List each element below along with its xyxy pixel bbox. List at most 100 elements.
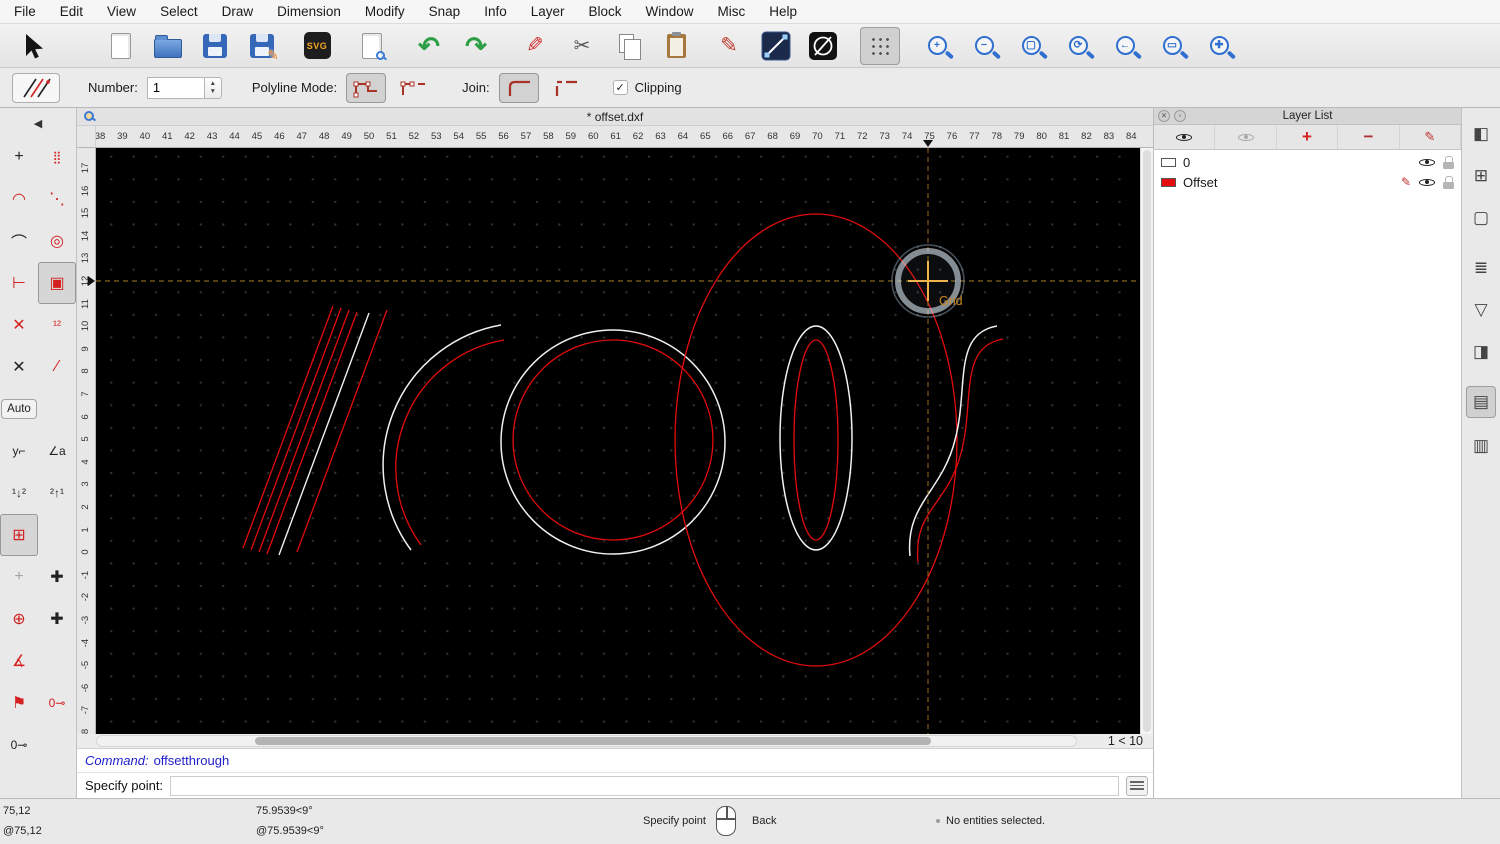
snap-orthogonal[interactable]: ✚ [38,556,76,598]
snap-free[interactable]: + [0,136,38,178]
menu-select[interactable]: Select [160,4,198,19]
menu-modify[interactable]: Modify [365,4,405,19]
menu-snap[interactable]: Snap [429,4,461,19]
print-preview[interactable] [352,27,392,65]
snap-tangent[interactable]: ⊕ [0,598,38,640]
command-options-button[interactable] [1126,775,1148,796]
polyline-mode-open-button[interactable] [393,73,433,103]
menu-layer[interactable]: Layer [531,4,565,19]
restrict-cross[interactable]: ✕ [0,346,38,388]
number-stepper[interactable]: ▲ ▼ [204,76,222,99]
zoom-previous[interactable]: ← [1105,27,1145,65]
snap-grid[interactable]: ⣿ [38,136,76,178]
add-layer-button[interactable]: + [1277,125,1339,149]
snap-distance[interactable]: ⊢ [0,262,38,304]
undo[interactable]: ↶ [409,27,449,65]
edit-layer-icon[interactable]: ✎ [1401,175,1411,189]
menu-help[interactable]: Help [769,4,797,19]
restrict-angles[interactable]: ∡ [0,640,38,682]
dock-selection-filter[interactable]: ▽ [1466,294,1496,326]
menu-misc[interactable]: Misc [718,4,746,19]
order-up[interactable]: ²↑¹ [38,472,76,514]
toggle-lock-zero[interactable]: 0⊸ [0,724,38,766]
toggle-all-layers-button[interactable] [1154,125,1216,149]
remove-layer-button[interactable]: − [1338,125,1400,149]
menu-edit[interactable]: Edit [60,4,83,19]
snap-extension[interactable]: + [0,556,38,598]
zoom-out[interactable]: − [964,27,1004,65]
collapse-panel[interactable]: ◀ [0,110,76,136]
menu-dimension[interactable]: Dimension [277,4,341,19]
document-tab[interactable]: * offset.dxf [77,108,1153,126]
zoom-window[interactable]: ▭ [1152,27,1192,65]
layer-row-offset[interactable]: Offset ✎ [1154,172,1461,192]
restrict-angle[interactable]: ∠a [38,430,76,472]
snap-intersection-manual[interactable]: ¹² [38,304,76,346]
dock-clipboard[interactable]: ▥ [1466,430,1496,462]
auto-zoom[interactable]: ▢ [1011,27,1051,65]
save-document[interactable] [195,27,235,65]
layer-lock-icon[interactable] [1443,175,1454,189]
stepper-down-icon[interactable]: ▼ [210,88,216,95]
snap-perpendicular[interactable]: ✚ [38,598,76,640]
layer-visibility-icon[interactable] [1419,155,1435,170]
open-document[interactable] [148,27,188,65]
layer-row-0[interactable]: 0 [1154,152,1461,172]
snap-intersection[interactable]: ✕ [0,304,38,346]
dock-property-editor[interactable]: ◨ [1466,336,1496,368]
menu-view[interactable]: View [107,4,136,19]
zoom-pan[interactable]: ✚ [1199,27,1239,65]
menu-window[interactable]: Window [646,4,694,19]
close-panel-icon[interactable]: ✕ [1158,110,1170,122]
menu-block[interactable]: Block [589,4,622,19]
redo[interactable]: ↷ [456,27,496,65]
copy[interactable] [609,27,649,65]
snap-endpoints[interactable]: ◠ [0,178,38,220]
vertical-scrollbar[interactable] [1140,148,1153,734]
snap-middle[interactable]: ◎ [38,220,76,262]
dock-library-browser[interactable]: ◧ [1466,118,1496,150]
restrict-xy[interactable]: y⌐ [0,430,38,472]
snap-auto[interactable]: Auto [0,388,38,430]
save-as[interactable]: ✎ [242,27,282,65]
vertical-scrollbar-thumb[interactable] [1143,150,1151,732]
clipping-checkbox-box[interactable]: ✓ [612,80,628,95]
delete-tool[interactable]: ✎ [515,27,555,65]
polyline-mode-closed-button[interactable] [346,72,387,103]
number-input[interactable] [146,76,205,99]
layer-color-swatch[interactable] [1161,177,1176,187]
redraw[interactable]: ⟳ [1058,27,1098,65]
menu-file[interactable]: File [14,4,36,19]
line-tool[interactable] [756,27,796,65]
modify-layer-button[interactable]: ✎ [1400,125,1462,149]
lock-relative-zero[interactable]: 0⊸ [38,682,76,724]
snap-on-entity[interactable]: ⋱ [38,178,76,220]
select-tool[interactable] [12,27,52,65]
dock-block-list[interactable]: ⊞ [1466,160,1496,192]
layer-visibility-icon[interactable] [1419,175,1435,190]
layer-lock-icon[interactable] [1443,155,1454,169]
restrict-slash[interactable]: ∕ [38,346,76,388]
drawing-canvas[interactable]: Grid [96,148,1140,734]
cut[interactable]: ✂ [562,27,602,65]
order-down[interactable]: ¹↓² [0,472,38,514]
snap-center[interactable]: ⌒ [0,220,38,262]
toggle-construction-layers-button[interactable] [1215,125,1277,149]
ellipse-tool[interactable] [803,27,843,65]
detach-panel-icon[interactable]: ▫ [1174,110,1186,122]
menu-draw[interactable]: Draw [222,4,254,19]
command-input[interactable] [170,775,1119,796]
horizontal-scrollbar[interactable] [96,735,1077,747]
paste[interactable] [656,27,696,65]
zoom-in[interactable]: + [917,27,957,65]
pen-tool[interactable]: ✎ [709,27,749,65]
dock-quick-info[interactable]: ▤ [1466,386,1496,418]
join-sharp-button[interactable] [546,73,586,103]
snap-flag[interactable]: ⚑ [0,682,38,724]
dock-command-widget[interactable]: ▢ [1466,202,1496,234]
menu-info[interactable]: Info [484,4,507,19]
join-round-button[interactable] [498,72,539,103]
horizontal-scrollbar-thumb[interactable] [255,737,931,745]
stepper-up-icon[interactable]: ▲ [210,80,216,87]
layer-color-swatch[interactable] [1161,157,1176,167]
